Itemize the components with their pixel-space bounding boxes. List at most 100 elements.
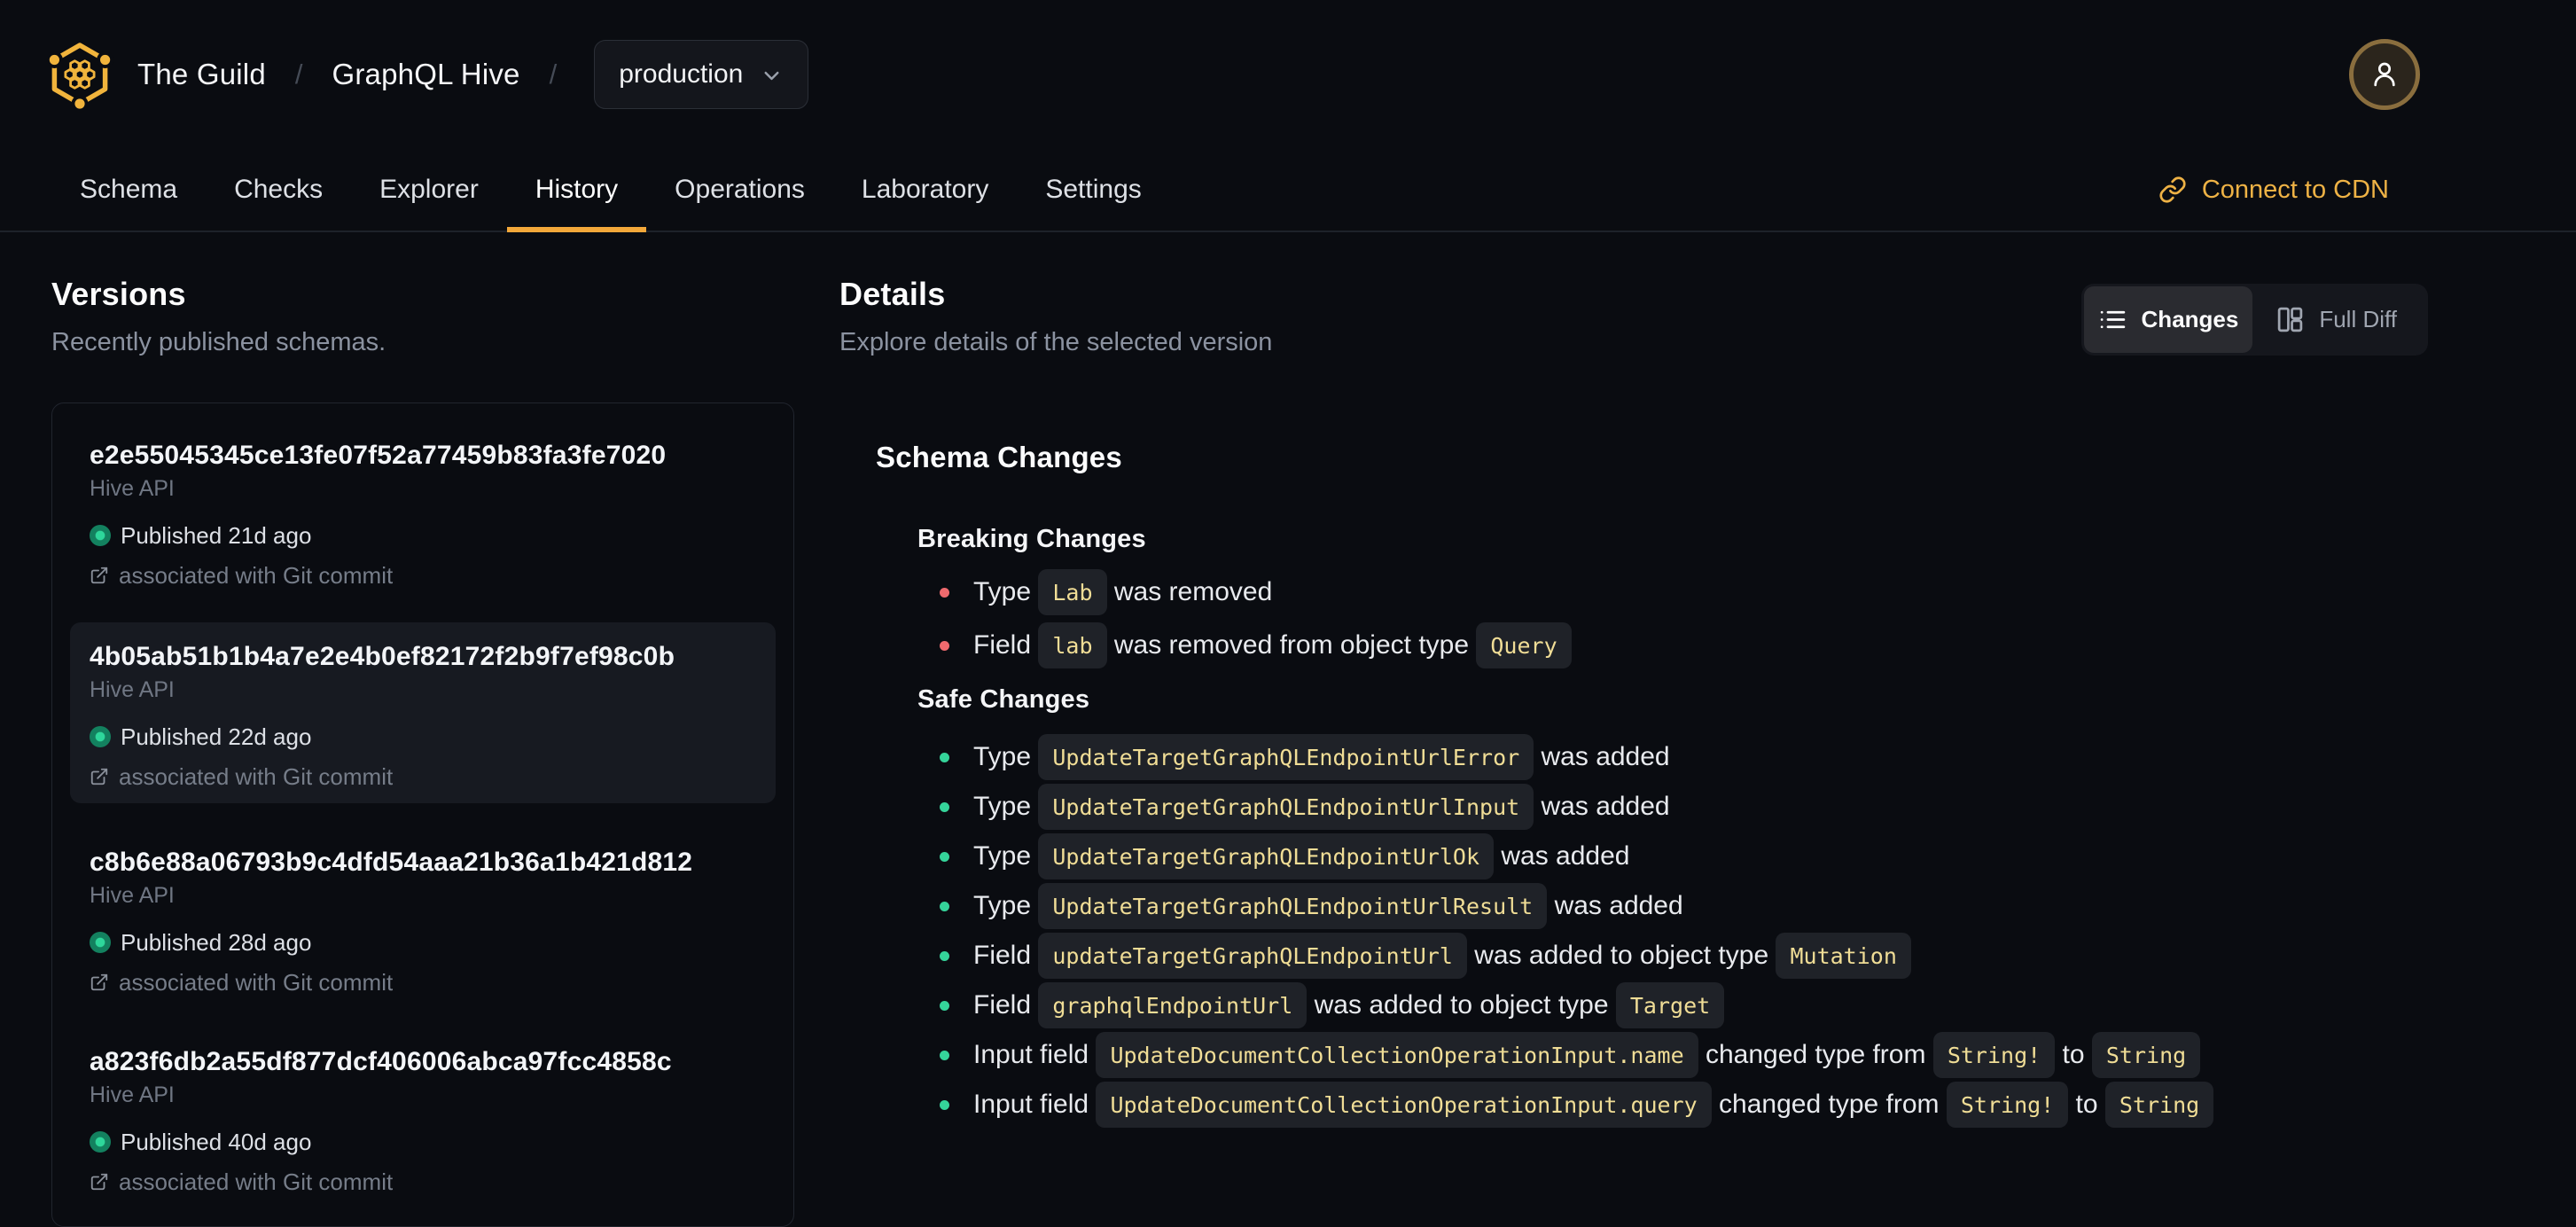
target-selector-value: production: [619, 59, 744, 89]
tab-laboratory[interactable]: Laboratory: [833, 149, 1017, 231]
safe-bullet-icon: [940, 1099, 949, 1110]
tab-operations[interactable]: Operations: [646, 149, 833, 231]
safe-bullet-icon: [940, 801, 949, 812]
change-text-segment: Type: [973, 891, 1039, 920]
safe-bullet-icon: [940, 1050, 949, 1060]
code-chip: lab: [1038, 622, 1107, 668]
change-text-segment: Type: [973, 577, 1039, 606]
version-item[interactable]: c8b6e88a06793b9c4dfd54aaa21b36a1b421d812…: [70, 828, 776, 1009]
change-item: Type UpdateTargetGraphQLEndpointUrlError…: [917, 734, 2428, 780]
git-commit-text: associated with Git commit: [119, 1168, 394, 1195]
code-chip: Lab: [1038, 569, 1107, 615]
safe-bullet-icon: [940, 1000, 949, 1011]
details-panel: Details Explore details of the selected …: [839, 232, 2428, 1131]
version-hash: e2e55045345ce13fe07f52a77459b83fa3fe7020: [90, 441, 667, 470]
version-service: Hive API: [90, 677, 175, 702]
breaking-bullet-icon: [940, 640, 949, 651]
full-diff-toggle-button[interactable]: Full Diff: [2252, 286, 2425, 353]
change-text-segment: changed type from: [1698, 1040, 1933, 1069]
external-link-icon: [90, 567, 108, 584]
change-item: Input field UpdateDocumentCollectionOper…: [917, 1082, 2428, 1128]
version-service: Hive API: [90, 883, 175, 908]
change-text-segment: was added: [1547, 891, 1683, 920]
change-text-segment: was added to object type: [1466, 941, 1776, 970]
code-chip: String: [2091, 1032, 2201, 1078]
published-text: Published 28d ago: [121, 928, 312, 956]
change-item: Type UpdateTargetGraphQLEndpointUrlResul…: [917, 883, 2428, 929]
list-icon: [2100, 310, 2125, 329]
change-text-segment: Field: [973, 941, 1039, 970]
tab-history[interactable]: History: [506, 149, 647, 232]
org-breadcrumb[interactable]: The Guild: [137, 58, 266, 91]
tab-explorer[interactable]: Explorer: [351, 149, 507, 231]
change-text-segment: was added: [1494, 841, 1630, 871]
code-chip: Query: [1476, 622, 1572, 668]
change-text-segment: was added: [1534, 792, 1670, 821]
user-icon: [2374, 62, 2395, 87]
version-hash: 4b05ab51b1b4a7e2e4b0ef82172f2b9f7ef98c0b: [90, 642, 675, 671]
user-avatar[interactable]: [2349, 39, 2420, 110]
change-text-segment: Input field: [973, 1040, 1097, 1069]
guild-logo-icon[interactable]: [45, 43, 114, 113]
change-text-segment: to: [2068, 1090, 2105, 1119]
version-hash: c8b6e88a06793b9c4dfd54aaa21b36a1b421d812: [90, 848, 693, 877]
version-service: Hive API: [90, 476, 175, 501]
version-item[interactable]: a823f6db2a55df877dcf406006abca97fcc4858c…: [70, 1028, 776, 1208]
change-text-segment: Field: [973, 990, 1039, 1020]
chevron-down-icon: [764, 71, 779, 81]
published-dot-icon: [90, 1131, 111, 1153]
version-git-link[interactable]: associated with Git commit: [90, 1168, 756, 1196]
tab-checks[interactable]: Checks: [206, 149, 351, 231]
code-chip: String!: [1946, 1082, 2069, 1128]
version-hash: a823f6db2a55df877dcf406006abca97fcc4858c: [90, 1047, 672, 1076]
change-text: Type UpdateTargetGraphQLEndpointUrlError…: [973, 734, 1670, 780]
change-text-segment: Type: [973, 792, 1039, 821]
code-chip: updateTargetGraphQLEndpointUrl: [1038, 933, 1467, 979]
change-text: Type Lab was removed: [973, 569, 1272, 615]
code-chip: UpdateTargetGraphQLEndpointUrlError: [1038, 734, 1534, 780]
published-dot-icon: [90, 726, 111, 747]
code-chip: Mutation: [1776, 933, 1911, 979]
change-text: Field updateTargetGraphQLEndpointUrl was…: [973, 933, 1911, 979]
change-item: Field graphqlEndpointUrl was added to ob…: [917, 982, 2428, 1028]
version-published: Published 21d ago: [90, 521, 756, 550]
target-nav-tabs: Schema Checks Explorer History Operations Lab…: [0, 149, 2576, 232]
version-published: Published 40d ago: [90, 1128, 756, 1156]
external-link-icon: [90, 768, 108, 785]
change-text-segment: was removed from object type: [1106, 630, 1477, 660]
change-item: Field lab was removed from object type Q…: [917, 622, 2428, 668]
breaking-changes-list: Type Lab was removed Field lab was remove…: [917, 569, 2428, 668]
change-text-segment: was removed: [1106, 577, 1273, 606]
code-chip: UpdateTargetGraphQLEndpointUrlInput: [1038, 784, 1534, 830]
target-selector[interactable]: production: [594, 40, 809, 109]
versions-list: e2e55045345ce13fe07f52a77459b83fa3fe7020…: [51, 402, 794, 1227]
change-text: Input field UpdateDocumentCollectionOper…: [973, 1032, 2201, 1078]
git-commit-text: associated with Git commit: [119, 762, 394, 790]
published-text: Published 21d ago: [121, 521, 312, 549]
breadcrumb-separator: /: [294, 59, 303, 90]
version-git-link[interactable]: associated with Git commit: [90, 762, 756, 791]
change-text-segment: Type: [973, 841, 1039, 871]
change-text-segment: to: [2055, 1040, 2092, 1069]
change-text: Field lab was removed from object type Q…: [973, 622, 1572, 668]
version-git-link[interactable]: associated with Git commit: [90, 968, 756, 996]
code-chip: String!: [1932, 1032, 2056, 1078]
connect-to-cdn-link[interactable]: Connect to CDN: [2158, 149, 2389, 231]
project-breadcrumb[interactable]: GraphQL Hive: [332, 58, 520, 91]
changes-toggle-button[interactable]: Changes: [2083, 286, 2253, 353]
external-link-icon: [90, 1173, 108, 1191]
tab-settings[interactable]: Settings: [1017, 149, 1169, 231]
tab-schema[interactable]: Schema: [51, 149, 206, 231]
published-dot-icon: [90, 525, 111, 546]
version-item[interactable]: 4b05ab51b1b4a7e2e4b0ef82172f2b9f7ef98c0b…: [70, 622, 776, 803]
git-commit-text: associated with Git commit: [119, 561, 394, 589]
version-git-link[interactable]: associated with Git commit: [90, 561, 756, 590]
change-text-segment: Input field: [973, 1090, 1097, 1119]
versions-panel: Versions Recently published schemas. e2e…: [51, 232, 794, 1227]
change-text: Type UpdateTargetGraphQLEndpointUrlResul…: [973, 883, 1683, 929]
details-header: Details Explore details of the selected …: [839, 275, 2428, 358]
published-text: Published 22d ago: [121, 723, 312, 750]
version-item[interactable]: e2e55045345ce13fe07f52a77459b83fa3fe7020…: [70, 421, 776, 602]
git-commit-text: associated with Git commit: [119, 968, 394, 996]
breaking-bullet-icon: [940, 587, 949, 598]
